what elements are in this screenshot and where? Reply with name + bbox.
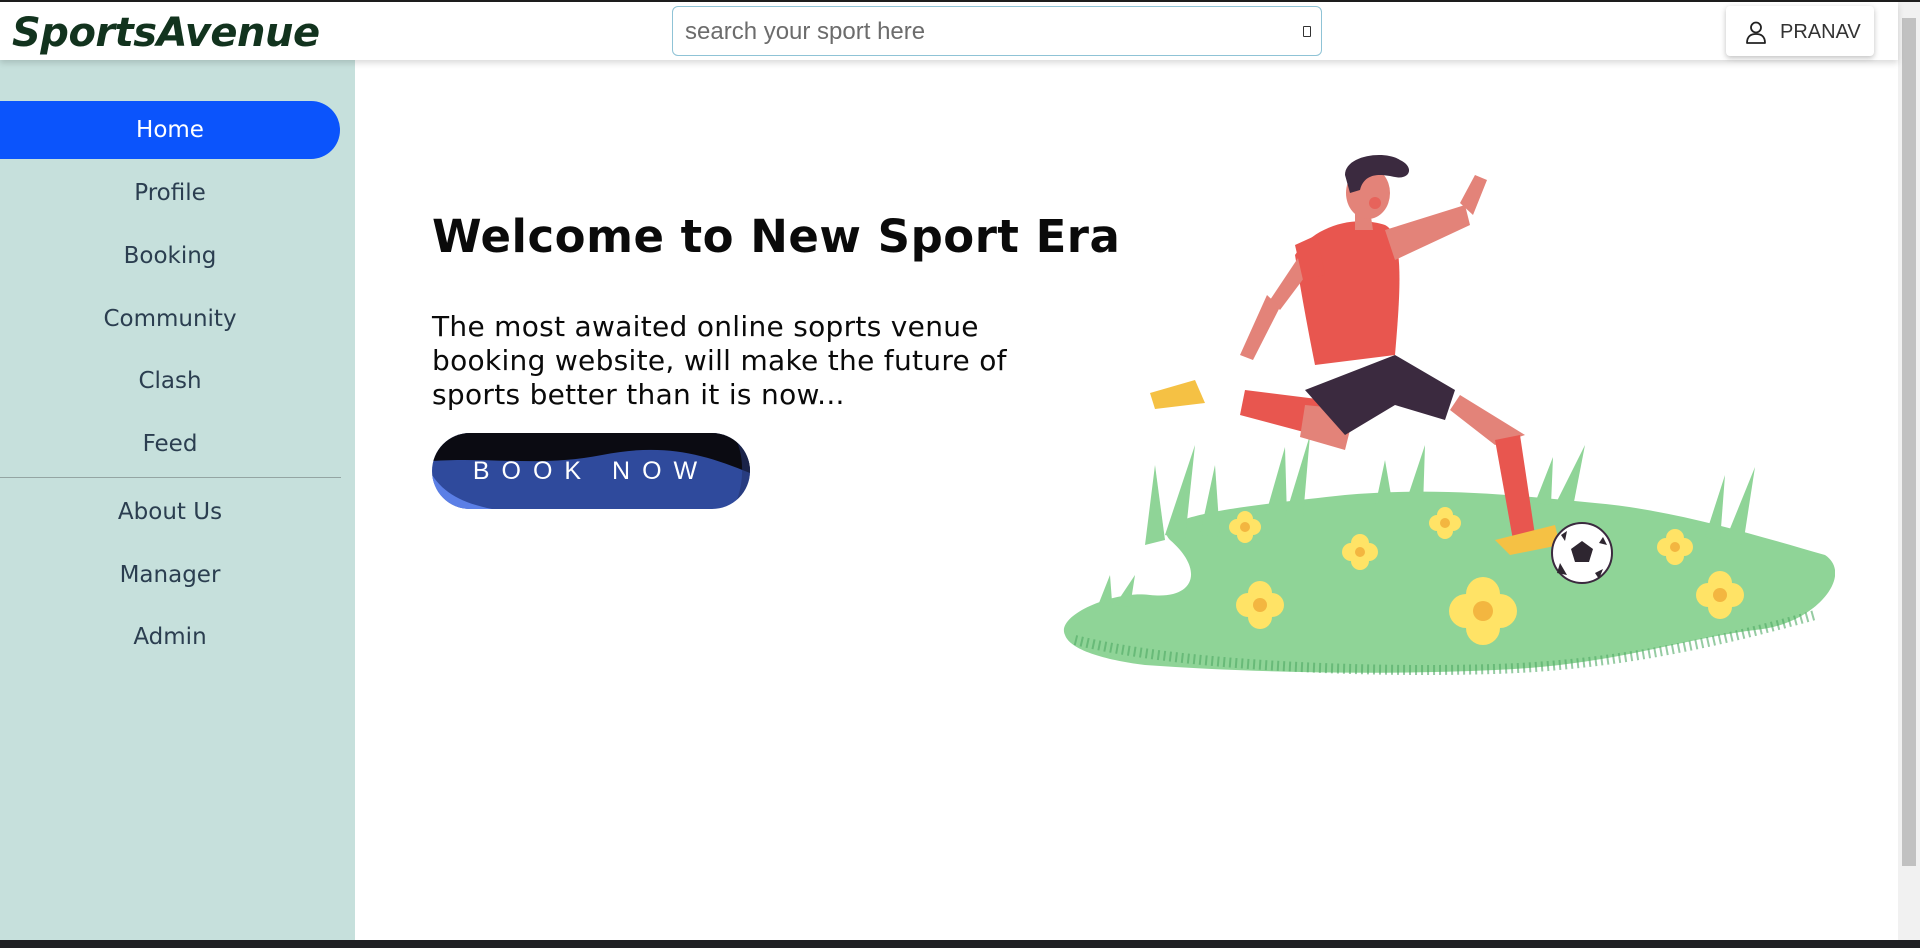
user-name: PRANAV (1780, 21, 1861, 43)
sidebar-item-manager[interactable]: Manager (0, 546, 340, 604)
soccer-ball-icon (1551, 522, 1613, 584)
user-icon (1746, 21, 1766, 44)
hero-headline: Welcome to New Sport Era (432, 210, 1121, 263)
sidebar-item-clash[interactable]: Clash (0, 352, 340, 410)
soccer-player-illustration (1063, 155, 1835, 675)
sidebar-item-booking[interactable]: Booking (0, 227, 340, 285)
search-input[interactable] (683, 15, 1277, 49)
top-header: SportsAvenue PRANAV (0, 2, 1898, 60)
sidebar-item-profile[interactable]: Profile (0, 164, 340, 222)
hero-subtext: The most awaited online soprts venue boo… (432, 310, 1007, 411)
sidebar-item-admin[interactable]: Admin (0, 608, 340, 666)
sidebar-item-about-us[interactable]: About Us (0, 483, 340, 541)
site-logo[interactable]: SportsAvenue (12, 10, 320, 56)
sidebar: Home Profile Booking Community Clash Fee… (0, 60, 355, 940)
sidebar-item-feed[interactable]: Feed (0, 415, 340, 473)
scrollbar-thumb[interactable] (1902, 18, 1916, 866)
user-account-button[interactable]: PRANAV (1726, 6, 1874, 56)
taskbar-strip (0, 940, 1920, 948)
search-glyph-icon (1303, 26, 1311, 37)
search-box[interactable] (672, 6, 1322, 56)
book-now-button[interactable]: BOOK NOW (432, 433, 750, 509)
sidebar-divider (0, 477, 341, 478)
sidebar-item-home[interactable]: Home (0, 101, 340, 159)
sidebar-item-community[interactable]: Community (0, 290, 340, 348)
book-now-label: BOOK NOW (472, 457, 710, 485)
